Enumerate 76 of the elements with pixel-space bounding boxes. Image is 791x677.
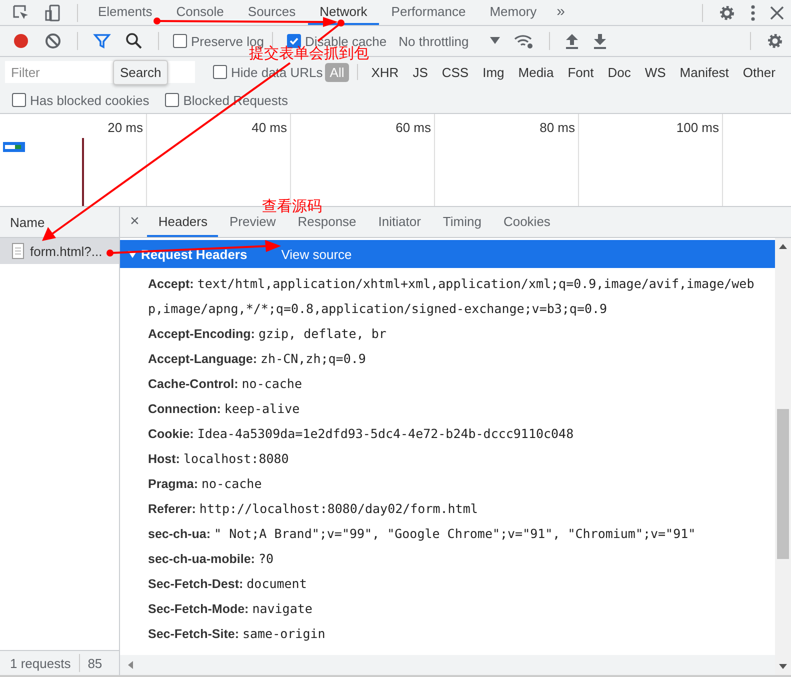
more-tabs-button[interactable]: » [548, 0, 574, 25]
header-line: Connection: keep-alive [148, 400, 301, 418]
panel-tab[interactable]: Console [164, 0, 236, 25]
header-line: Sec-Fetch-Dest: document [148, 575, 308, 593]
detail-tab[interactable]: Headers [147, 207, 218, 237]
time-tick: 100 ms [676, 120, 719, 136]
annotation-text: 查看源码 [262, 197, 322, 216]
checkbox[interactable] [165, 93, 180, 107]
time-tick: 80 ms [540, 120, 575, 136]
header-line: Cookie: Idea-4a5309da=1e2dfd93-5dc4-4e72-b24b-dccc9110c048 [148, 425, 575, 443]
request-bar [3, 142, 25, 152]
request-count: 1 requests [10, 656, 71, 670]
type-filter-button[interactable]: CSS [436, 62, 474, 82]
header-line: Sec-Fetch-Site: same-origin [148, 625, 326, 643]
header-line: Referer: http://localhost:8080/day02/form.html [148, 500, 479, 518]
time-tick: 20 ms [108, 120, 143, 136]
header-line: Pragma: no-cache [148, 475, 263, 493]
type-filter-button[interactable]: Other [738, 62, 780, 82]
transfer-size: 85 [88, 656, 102, 670]
checkbox-label: Has blocked cookies [30, 92, 150, 108]
device-icon[interactable] [44, 4, 62, 22]
header-line: Sec-Fetch-Mode: navigate [148, 600, 314, 618]
detail-tab[interactable]: Initiator [367, 207, 432, 237]
download-icon[interactable] [592, 33, 607, 49]
up-arrow-icon[interactable] [779, 244, 787, 249]
section-header[interactable]: Request Headers View source [120, 240, 775, 268]
request-row[interactable]: form.html?... [0, 238, 119, 264]
header-line: Cache-Control: no-cache [148, 375, 303, 393]
type-filter-button[interactable]: WS [640, 62, 671, 82]
record-icon[interactable] [12, 32, 30, 50]
header-line: sec-ch-ua-mobile: ?0 [148, 550, 275, 568]
detail-tab[interactable]: Timing [432, 207, 492, 237]
header-line: Accept-Encoding: gzip, deflate, br [148, 325, 388, 343]
close-icon[interactable] [770, 6, 784, 20]
filter-icon[interactable] [93, 32, 111, 50]
column-header[interactable]: Name [0, 207, 119, 238]
checkbox[interactable] [12, 93, 26, 107]
view-source-link[interactable]: View source [281, 246, 352, 262]
wifi-icon[interactable] [514, 33, 534, 49]
checkbox[interactable] [213, 65, 227, 79]
document-icon [12, 243, 24, 259]
throttling-dropdown[interactable]: No throttling [398, 34, 469, 48]
type-filter-button[interactable]: Media [513, 62, 559, 82]
checkbox[interactable] [173, 34, 187, 48]
clear-icon[interactable] [44, 32, 62, 50]
type-filter-button[interactable]: XHR [366, 62, 404, 82]
time-tick: 60 ms [396, 120, 431, 136]
panel-tab[interactable]: Sources [236, 0, 308, 25]
type-filter-button[interactable]: Img [478, 62, 510, 82]
type-filter-button[interactable]: Font [562, 62, 599, 82]
time-tick: 40 ms [252, 120, 287, 136]
type-filter-button[interactable]: JS [408, 62, 433, 82]
header-line: Accept-Language: zh-CN,zh;q=0.9 [148, 350, 367, 368]
down-arrow-icon[interactable] [779, 664, 787, 669]
inspect-icon[interactable] [12, 4, 30, 22]
load-marker [82, 138, 84, 206]
panel-tab[interactable]: Elements [86, 0, 164, 25]
checkbox-label: Preserve log [191, 34, 264, 48]
upload-icon[interactable] [564, 33, 579, 49]
tooltip: Search [113, 60, 168, 85]
header-line: Host: localhost:8080 [148, 450, 290, 468]
detail-tab[interactable]: Cookies [492, 207, 562, 237]
panel-tab[interactable]: Performance [379, 0, 478, 25]
type-filter-button[interactable]: Doc [602, 62, 636, 82]
search-icon[interactable] [125, 32, 143, 50]
scroll-thumb[interactable] [777, 409, 789, 559]
close-button[interactable]: × [120, 207, 148, 237]
caret-icon[interactable] [490, 37, 500, 45]
more-icon[interactable] [750, 4, 756, 22]
type-filter-button[interactable]: Manifest [674, 62, 734, 82]
settings-icon[interactable] [718, 4, 736, 22]
panel-tab[interactable]: Memory [478, 0, 549, 25]
vertical-scrollbar[interactable] [775, 238, 791, 675]
left-arrow-icon[interactable] [128, 661, 133, 669]
settings-icon[interactable] [766, 32, 784, 50]
header-line: sec-ch-ua: " Not;A Brand";v="99", "Google Chrome";v="91", "Chromium";v="91" [148, 525, 697, 543]
